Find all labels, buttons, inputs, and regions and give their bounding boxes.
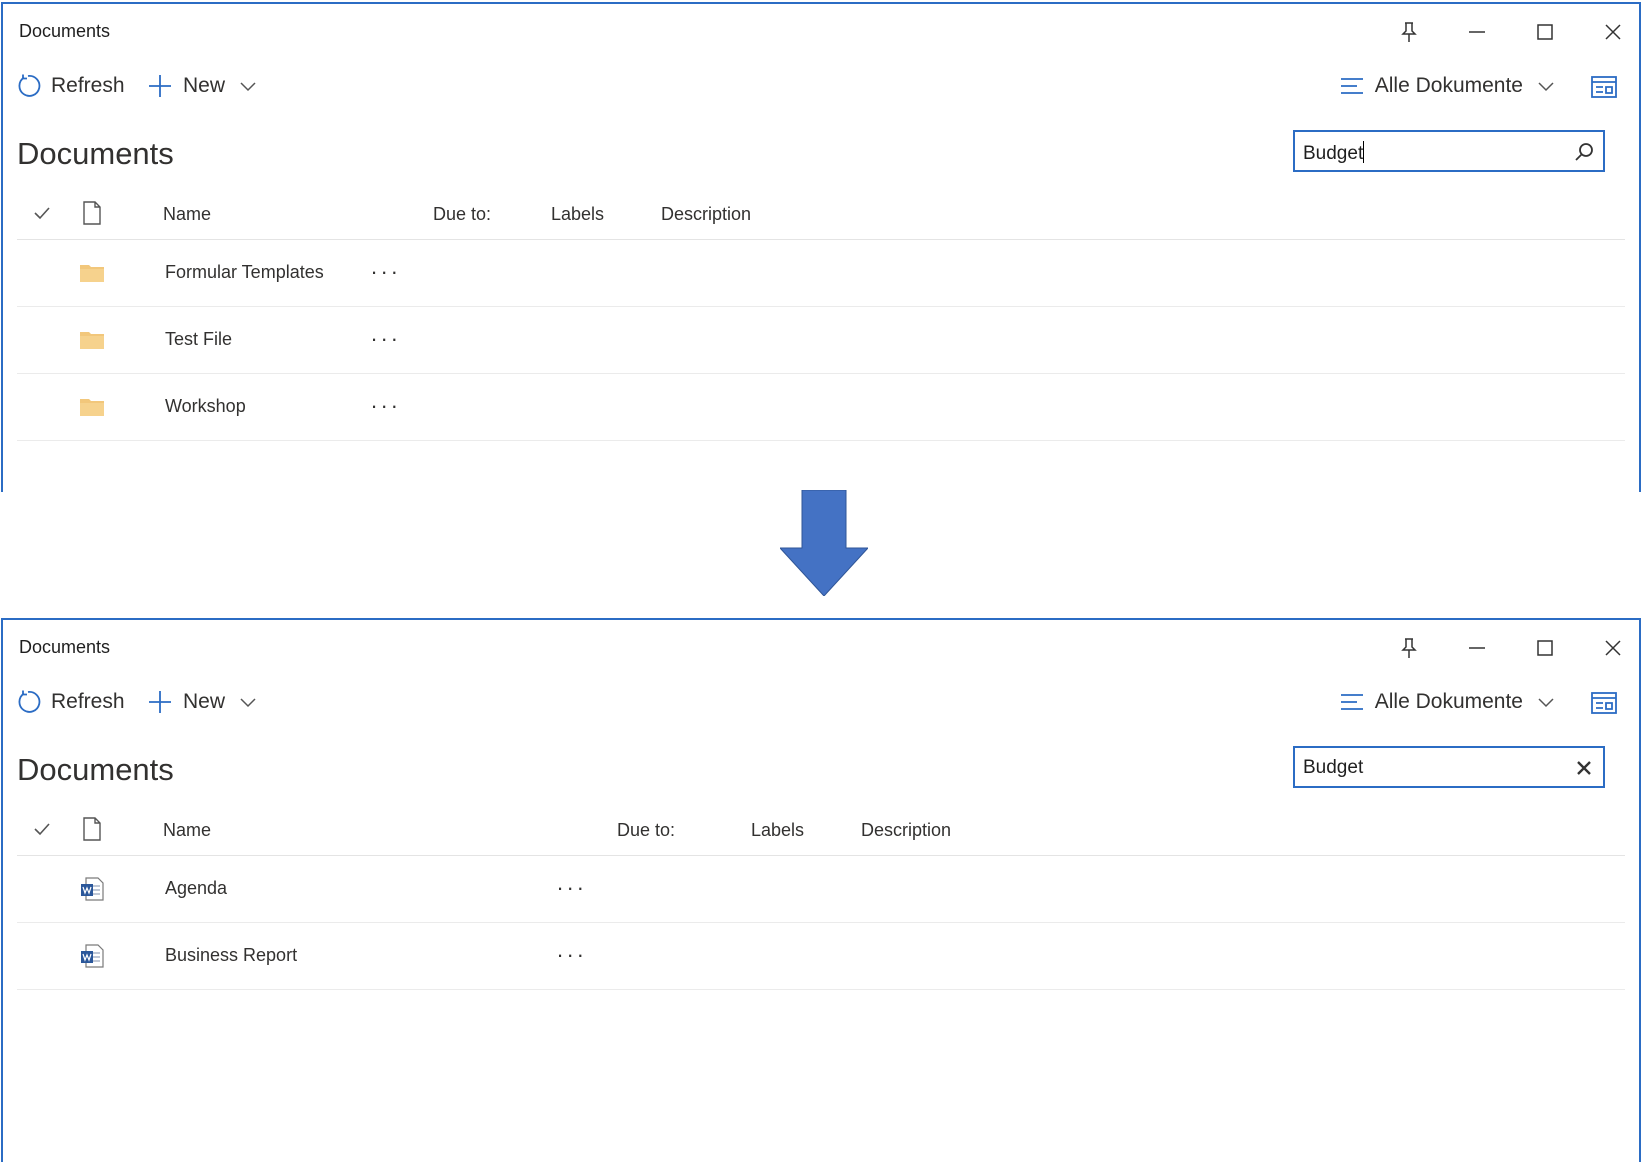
column-name[interactable]: Name bbox=[163, 820, 211, 841]
command-bar: Refresh New Alle Dokumente bbox=[3, 678, 1639, 726]
close-icon bbox=[1605, 24, 1621, 40]
row-name[interactable]: Test File bbox=[165, 329, 232, 350]
view-selector[interactable]: Alle Dokumente bbox=[1339, 684, 1555, 720]
new-label: New bbox=[183, 74, 226, 97]
chevron-down-icon bbox=[240, 698, 256, 708]
close-button[interactable] bbox=[1593, 628, 1633, 668]
search-value: Budget bbox=[1303, 757, 1364, 778]
page-title: Documents bbox=[17, 752, 174, 787]
column-labels[interactable]: Labels bbox=[551, 204, 604, 225]
view-label: Alle Dokumente bbox=[1374, 690, 1523, 713]
column-due[interactable]: Due to: bbox=[617, 820, 675, 841]
chevron-down-icon bbox=[240, 82, 256, 92]
title-bar: Documents bbox=[3, 620, 1639, 672]
more-options-button[interactable]: ... bbox=[371, 321, 401, 347]
more-options-button[interactable]: ... bbox=[557, 870, 587, 896]
table-row[interactable]: Test File ... bbox=[17, 307, 1625, 374]
down-arrow-icon bbox=[780, 490, 868, 596]
row-name[interactable]: Agenda bbox=[165, 878, 227, 899]
maximize-button[interactable] bbox=[1525, 12, 1565, 52]
pin-button[interactable] bbox=[1389, 12, 1429, 52]
details-pane-icon[interactable] bbox=[1589, 72, 1619, 102]
view-list-icon bbox=[1340, 694, 1363, 710]
pin-button[interactable] bbox=[1389, 628, 1429, 668]
documents-window-after: Documents Refresh New Alle Dokumente Doc… bbox=[1, 618, 1641, 1162]
column-header-row: Name Due to: Labels Description bbox=[17, 812, 1625, 856]
search-value: Budget bbox=[1303, 143, 1364, 164]
word-document-icon bbox=[81, 944, 104, 968]
more-options-button[interactable]: ... bbox=[557, 937, 587, 963]
column-due[interactable]: Due to: bbox=[433, 204, 491, 225]
word-document-icon bbox=[81, 877, 104, 901]
window-title: Documents bbox=[19, 21, 111, 41]
more-options-button[interactable]: ... bbox=[371, 254, 401, 280]
column-name[interactable]: Name bbox=[163, 204, 211, 225]
maximize-icon bbox=[1537, 640, 1553, 656]
select-all-checkmark-icon[interactable] bbox=[31, 818, 53, 840]
minimize-button[interactable] bbox=[1457, 628, 1497, 668]
refresh-icon bbox=[18, 690, 41, 713]
folder-icon bbox=[80, 265, 104, 282]
document-list: Formular Templates ... Test File ... Wor… bbox=[17, 240, 1625, 441]
row-name[interactable]: Workshop bbox=[165, 396, 246, 417]
minimize-icon bbox=[1469, 31, 1485, 33]
row-name[interactable]: Formular Templates bbox=[165, 262, 324, 283]
more-options-button[interactable]: ... bbox=[371, 388, 401, 414]
plus-icon bbox=[149, 75, 171, 97]
search-box[interactable]: Budget bbox=[1293, 746, 1605, 788]
column-header-row: Name Due to: Labels Description bbox=[17, 196, 1625, 240]
details-pane-icon[interactable] bbox=[1589, 688, 1619, 718]
minimize-button[interactable] bbox=[1457, 12, 1497, 52]
view-selector[interactable]: Alle Dokumente bbox=[1339, 68, 1555, 104]
minimize-icon bbox=[1469, 647, 1485, 649]
maximize-button[interactable] bbox=[1525, 628, 1565, 668]
command-bar: Refresh New Alle Dokumente bbox=[3, 62, 1639, 110]
search-icon bbox=[1575, 143, 1593, 161]
search-button[interactable] bbox=[1571, 139, 1597, 165]
refresh-label: Refresh bbox=[51, 690, 125, 713]
column-labels[interactable]: Labels bbox=[751, 820, 804, 841]
file-type-icon[interactable] bbox=[81, 200, 103, 226]
document-list: Agenda ... Business Report ... bbox=[17, 856, 1625, 990]
clear-search-button[interactable] bbox=[1571, 755, 1597, 781]
view-label: Alle Dokumente bbox=[1374, 74, 1523, 97]
table-row[interactable]: Workshop ... bbox=[17, 374, 1625, 441]
chevron-down-icon bbox=[1538, 82, 1554, 92]
clear-icon bbox=[1577, 761, 1591, 775]
select-all-checkmark-icon[interactable] bbox=[31, 202, 53, 224]
search-box[interactable]: Budget bbox=[1293, 130, 1605, 172]
plus-icon bbox=[149, 691, 171, 713]
new-label: New bbox=[183, 690, 226, 713]
search-input[interactable]: Budget bbox=[1303, 757, 1363, 779]
new-button[interactable]: New bbox=[147, 68, 257, 104]
pin-icon bbox=[1401, 22, 1417, 42]
folder-icon bbox=[80, 332, 104, 349]
column-description[interactable]: Description bbox=[861, 820, 951, 841]
page-title: Documents bbox=[17, 136, 174, 171]
close-button[interactable] bbox=[1593, 12, 1633, 52]
text-caret bbox=[1363, 141, 1365, 163]
title-bar: Documents bbox=[3, 4, 1639, 56]
refresh-button[interactable]: Refresh bbox=[15, 684, 125, 720]
pin-icon bbox=[1401, 638, 1417, 658]
documents-window-before: Documents Refresh New Alle Dokumente Doc… bbox=[1, 2, 1641, 492]
refresh-button[interactable]: Refresh bbox=[15, 68, 125, 104]
folder-icon bbox=[80, 399, 104, 416]
view-list-icon bbox=[1340, 78, 1363, 94]
close-icon bbox=[1605, 640, 1621, 656]
chevron-down-icon bbox=[1538, 698, 1554, 708]
row-name[interactable]: Business Report bbox=[165, 945, 297, 966]
search-input[interactable]: Budget bbox=[1303, 141, 1365, 165]
maximize-icon bbox=[1537, 24, 1553, 40]
table-row[interactable]: Business Report ... bbox=[17, 923, 1625, 990]
table-row[interactable]: Agenda ... bbox=[17, 856, 1625, 923]
window-title: Documents bbox=[19, 637, 111, 657]
file-type-icon[interactable] bbox=[81, 816, 103, 842]
refresh-icon bbox=[18, 74, 41, 97]
refresh-label: Refresh bbox=[51, 74, 125, 97]
column-description[interactable]: Description bbox=[661, 204, 751, 225]
new-button[interactable]: New bbox=[147, 684, 257, 720]
table-row[interactable]: Formular Templates ... bbox=[17, 240, 1625, 307]
